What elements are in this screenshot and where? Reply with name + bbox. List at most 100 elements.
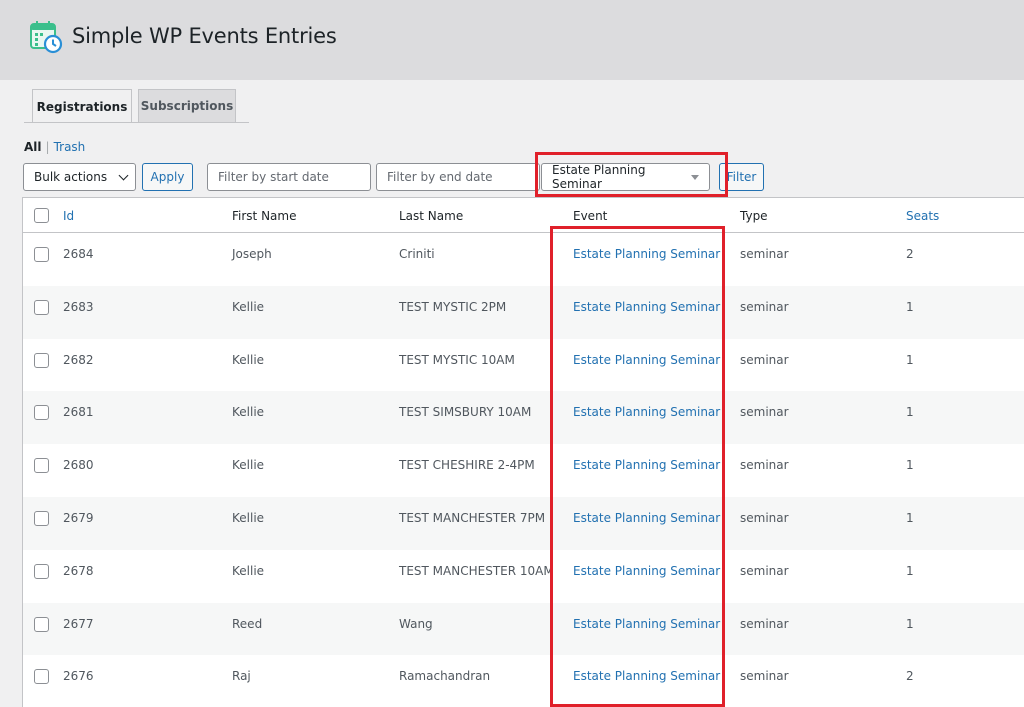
tab-subscriptions[interactable]: Subscriptions [138, 89, 236, 122]
row-checkbox[interactable] [34, 511, 49, 526]
cell-event-link[interactable]: Estate Planning Seminar [573, 511, 720, 525]
table-row: 2683 Kellie TEST MYSTIC 2PM Estate Planning… [22, 285, 1024, 339]
table-row: 2681 Kellie TEST SIMSBURY 10AM Estate Plann… [22, 391, 1024, 445]
cell-type: seminar [740, 405, 789, 420]
cell-event-link[interactable]: Estate Planning Seminar [573, 300, 720, 314]
cell-id: 2680 [63, 458, 94, 473]
row-checkbox[interactable] [34, 616, 49, 632]
cell-last-name: Wang [399, 616, 433, 631]
cell-id: 2679 [63, 511, 94, 525]
cell-event-link[interactable]: Estate Planning Seminar [573, 405, 720, 419]
cell-type: seminar [740, 511, 789, 525]
page-header: Simple WP Events Entries [0, 0, 1024, 80]
table-row: 2676 Raj Ramachandran Estate Planning Semin… [22, 655, 1024, 707]
cell-type: seminar [740, 669, 789, 684]
apply-button[interactable]: Apply [142, 163, 193, 191]
cell-last-name: TEST SIMSBURY 10AM [399, 405, 532, 420]
cell-event-link[interactable]: Estate Planning Seminar [573, 669, 720, 683]
cell-event-link[interactable]: Estate Planning Seminar [573, 353, 720, 367]
row-checkbox[interactable] [34, 669, 49, 685]
cell-event-link[interactable]: Estate Planning Seminar [573, 617, 720, 631]
cell-last-name: TEST MANCHESTER 7PM [399, 511, 546, 525]
table-row: 2678 Kellie TEST MANCHESTER 10AM Estate Pla… [22, 549, 1024, 603]
cell-first-name: Joseph [232, 247, 272, 261]
table-header: Id First Name Last Name Event Type Seats [22, 197, 1024, 233]
cell-type: seminar [740, 247, 789, 261]
cell-seats: 2 [906, 247, 914, 261]
cell-event-link[interactable]: Estate Planning Seminar [573, 247, 720, 261]
cell-first-name: Kellie [232, 563, 265, 578]
table-row: 2682 Kellie TEST MYSTIC 10AM Estate Plannin… [22, 338, 1024, 392]
filter-button[interactable]: Filter [719, 163, 764, 191]
cell-seats: 1 [906, 458, 914, 473]
cell-id: 2681 [63, 405, 94, 420]
end-date-input[interactable]: Filter by end date [376, 163, 540, 191]
column-seats[interactable]: Seats [906, 209, 939, 223]
row-checkbox[interactable] [34, 458, 49, 474]
cell-last-name: TEST MYSTIC 10AM [399, 352, 515, 367]
cell-seats: 1 [906, 299, 914, 314]
cell-first-name: Kellie [232, 299, 265, 314]
column-event: Event [573, 209, 608, 223]
cell-last-name: Criniti [399, 247, 435, 261]
cell-id: 2682 [63, 352, 94, 367]
column-type: Type [740, 209, 768, 223]
table-row: 2679 Kellie TEST MANCHESTER 7PM Estate Plan… [22, 497, 1024, 550]
chevron-down-icon [118, 170, 129, 181]
bulk-actions-label: Bulk actions [34, 170, 108, 184]
cell-last-name: TEST MYSTIC 2PM [399, 299, 507, 314]
cell-id: 2684 [63, 247, 94, 261]
cell-id: 2683 [63, 299, 94, 314]
view-all[interactable]: All [24, 140, 42, 154]
row-checkbox[interactable] [34, 563, 49, 579]
column-last-name: Last Name [399, 209, 464, 223]
view-trash[interactable]: Trash [54, 140, 86, 154]
dropdown-arrow-icon [691, 175, 699, 180]
table-row: 2680 Kellie TEST CHESHIRE 2-4PM Estate Plan… [22, 444, 1024, 498]
page-title: Simple WP Events Entries [72, 24, 337, 48]
tab-registrations[interactable]: Registrations [32, 89, 132, 123]
cell-first-name: Reed [232, 616, 263, 631]
cell-last-name: TEST MANCHESTER 10AM [399, 563, 554, 578]
cell-seats: 1 [906, 352, 914, 367]
cell-id: 2678 [63, 563, 94, 578]
event-filter-select[interactable]: Estate Planning Seminar [541, 163, 710, 191]
cell-id: 2676 [63, 669, 94, 684]
cell-first-name: Kellie [232, 511, 265, 525]
cell-seats: 1 [906, 616, 914, 631]
cell-last-name: Ramachandran [399, 669, 491, 684]
cell-type: seminar [740, 616, 789, 631]
cell-seats: 1 [906, 511, 914, 525]
column-id[interactable]: Id [63, 209, 74, 223]
row-checkbox[interactable] [34, 247, 49, 262]
cell-first-name: Raj [232, 669, 251, 684]
cell-id: 2677 [63, 616, 94, 631]
cell-event-link[interactable]: Estate Planning Seminar [573, 564, 720, 578]
view-separator: | [45, 140, 50, 154]
bulk-actions-select[interactable]: Bulk actions [23, 163, 136, 191]
cell-type: seminar [740, 352, 789, 367]
cell-first-name: Kellie [232, 352, 265, 367]
row-checkbox[interactable] [34, 352, 49, 368]
column-first-name: First Name [232, 209, 297, 223]
table-row: 2677 Reed Wang Estate Planning Seminar semin… [22, 602, 1024, 656]
select-all-checkbox[interactable] [34, 208, 49, 223]
cell-seats: 2 [906, 669, 914, 684]
cell-last-name: TEST CHESHIRE 2-4PM [399, 458, 535, 473]
cell-seats: 1 [906, 405, 914, 420]
event-filter-value: Estate Planning Seminar [552, 163, 646, 191]
row-checkbox[interactable] [34, 405, 49, 421]
cell-first-name: Kellie [232, 405, 265, 420]
cell-type: seminar [740, 299, 789, 314]
cell-first-name: Kellie [232, 458, 265, 473]
cell-event-link[interactable]: Estate Planning Seminar [573, 458, 720, 472]
start-date-input[interactable]: Filter by start date [207, 163, 371, 191]
tab-divider [24, 122, 249, 123]
row-checkbox[interactable] [34, 299, 49, 315]
cell-type: seminar [740, 563, 789, 578]
cell-seats: 1 [906, 563, 914, 578]
view-filters: All | Trash [24, 140, 85, 154]
cell-type: seminar [740, 458, 789, 473]
calendar-clock-icon [30, 21, 63, 54]
table-row: 2684 Joseph Criniti Estate Planning Seminar… [22, 233, 1024, 286]
